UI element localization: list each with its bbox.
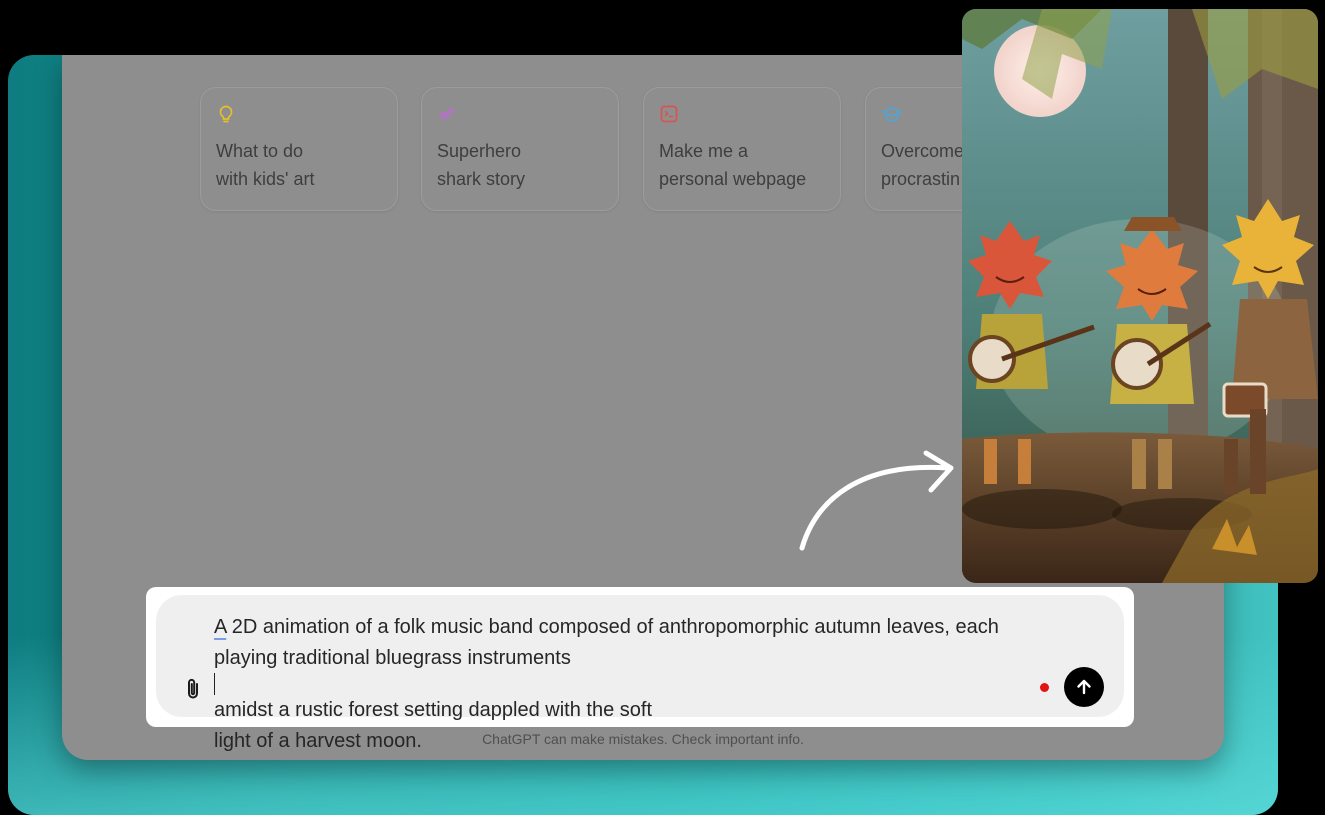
graduation-cap-icon [881, 104, 902, 124]
prompt-line-2: playing traditional bluegrass instrument… [214, 643, 1074, 726]
lightbulb-icon [216, 104, 236, 124]
send-button[interactable] [1064, 667, 1104, 707]
paperclip-icon[interactable] [182, 676, 204, 702]
arrow-up-icon [1077, 679, 1091, 695]
prompt-line-2-before-caret: playing traditional bluegrass instrument… [214, 646, 571, 669]
suggestion-label: Make me a personal webpage [659, 141, 807, 189]
suggestion-card-kids-art[interactable]: What to do with kids' art [200, 87, 398, 211]
prompt-first-word: A [214, 616, 227, 638]
prompt-line-3: light of a harvest moon. [214, 729, 422, 752]
curved-arrow-icon [790, 440, 970, 560]
text-caret [214, 673, 215, 695]
suggestion-card-webpage[interactable]: Make me a personal webpage [643, 87, 841, 211]
terminal-icon [659, 104, 679, 124]
suggestion-label: What to do with kids' art [216, 141, 315, 189]
recording-indicator [1040, 683, 1049, 692]
generated-image [962, 9, 1318, 583]
prompt-text[interactable]: A 2D animation of a folk music band comp… [214, 612, 1074, 756]
message-input[interactable]: A 2D animation of a folk music band comp… [156, 595, 1124, 752]
composer-frame: A 2D animation of a folk music band comp… [146, 587, 1134, 752]
prompt-line-1: A 2D animation of a folk music band comp… [214, 612, 1074, 643]
pen-icon [437, 104, 457, 124]
suggestion-card-shark-story[interactable]: Superhero shark story [421, 87, 619, 211]
suggestion-label: Superhero shark story [437, 141, 526, 189]
prompt-line-1-text: 2D animation of a folk music band compos… [226, 616, 999, 638]
prompt-line-2-after-caret: amidst a rustic forest setting dappled w… [214, 699, 652, 721]
suggestion-label: Overcome procrastin [881, 141, 965, 189]
